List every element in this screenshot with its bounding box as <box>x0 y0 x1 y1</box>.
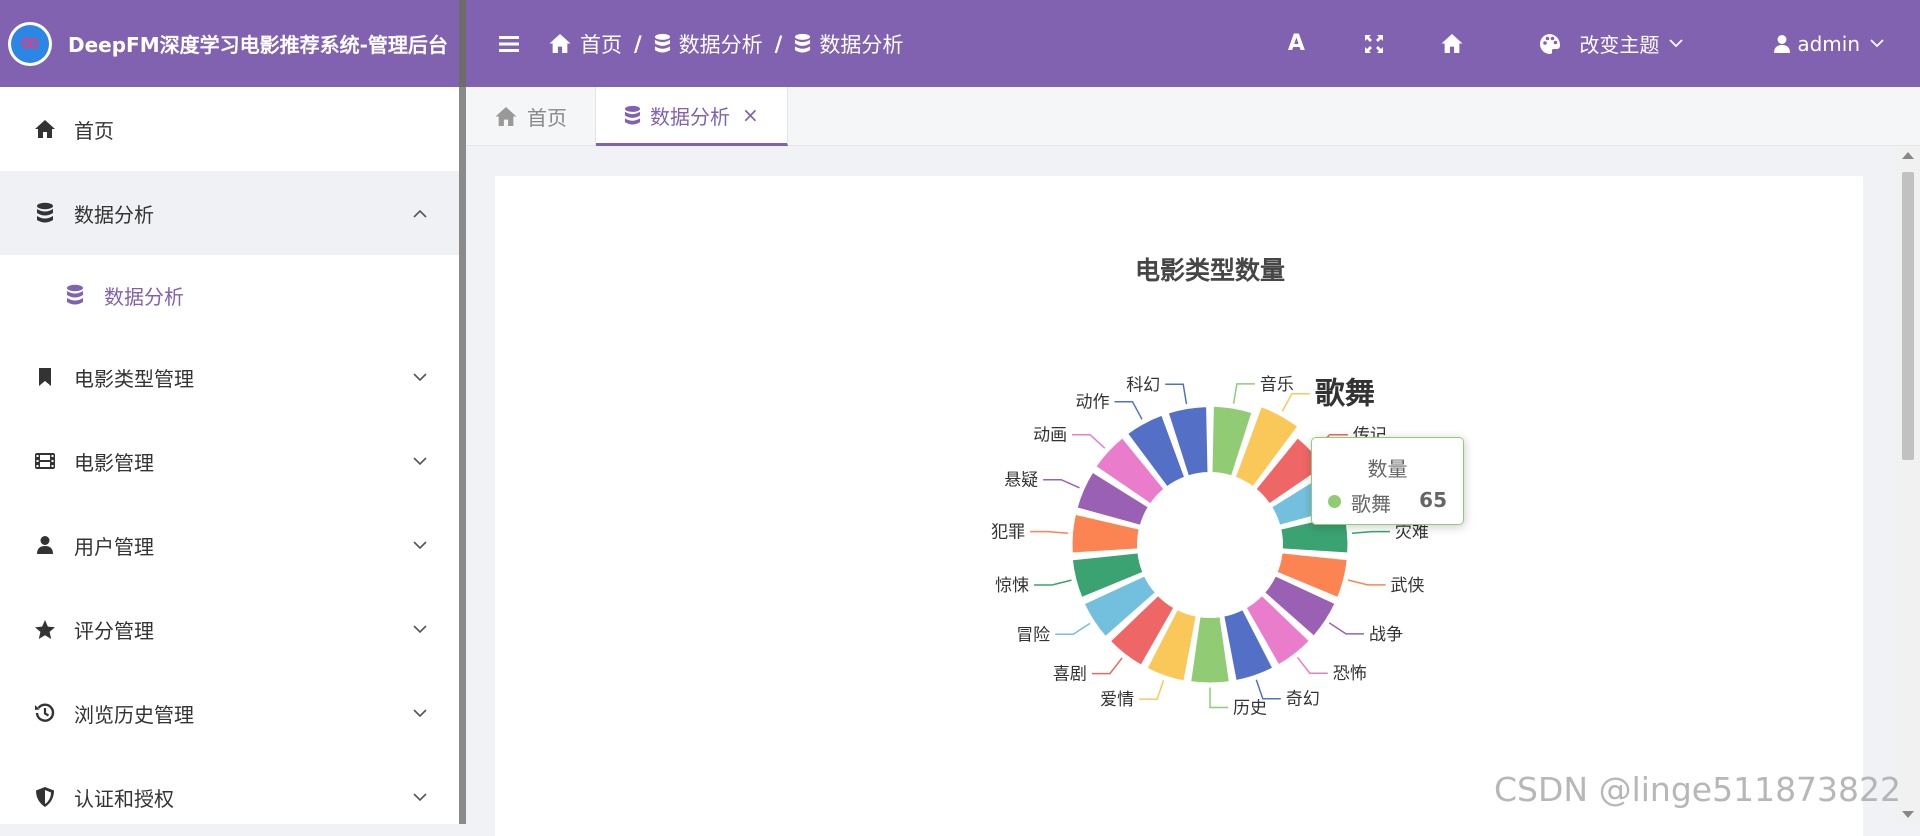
scroll-thumb[interactable] <box>1902 172 1914 460</box>
slice-label: 冒险 <box>1016 625 1050 645</box>
scroll-down-arrow[interactable] <box>1902 811 1914 818</box>
slice-label: 音乐 <box>1260 375 1294 395</box>
label-leader-line <box>1072 433 1106 449</box>
watermark: CSDN @linge511873822 <box>1494 770 1902 809</box>
label-leader-line <box>1055 622 1091 636</box>
label-leader-line <box>1030 530 1069 534</box>
slice-label: 奇幻 <box>1286 690 1320 710</box>
chart-tooltip: 数量 歌舞 65 <box>1311 437 1464 525</box>
label-leader-line <box>1232 383 1255 404</box>
slice-label: 战争 <box>1369 625 1403 645</box>
slice-label: 犯罪 <box>991 523 1025 543</box>
slice-label: 惊悚 <box>995 576 1029 596</box>
label-leader-line <box>1091 657 1123 675</box>
slice-label: 武侠 <box>1391 576 1425 596</box>
label-leader-line <box>1255 679 1281 700</box>
tooltip-marker <box>1328 495 1341 508</box>
label-leader-line <box>1328 622 1364 635</box>
label-leader-line <box>1034 579 1072 586</box>
label-leader-line <box>1347 579 1386 586</box>
slice-label: 悬疑 <box>1004 471 1038 491</box>
label-leader-line <box>1043 478 1080 489</box>
label-leader-line <box>1114 400 1143 420</box>
chart-canvas: 电影类型数量 科幻音乐歌舞传记西部灾难武侠战争恐怖奇幻历史爱情喜剧冒险惊悚犯罪悬… <box>991 256 1429 719</box>
tooltip-title: 数量 <box>1367 457 1408 481</box>
chart-layer: 科幻音乐歌舞传记西部灾难武侠战争恐怖奇幻历史爱情喜剧冒险惊悚犯罪悬疑动画动作 <box>991 375 1429 719</box>
pie-slice[interactable] <box>1189 615 1231 685</box>
label-leader-line <box>1296 656 1328 674</box>
slice-label: 动画 <box>1033 426 1067 446</box>
label-leader-line <box>1281 392 1310 412</box>
tooltip-value: 65 <box>1419 488 1447 512</box>
slice-label: 喜剧 <box>1053 665 1087 685</box>
slice-label: 科幻 <box>1126 375 1160 395</box>
label-leader-line <box>1139 679 1165 700</box>
label-leader-line <box>1351 530 1390 534</box>
slice-label: 灾难 <box>1395 523 1429 543</box>
slice-label: 动作 <box>1076 393 1110 413</box>
label-leader-line <box>1165 383 1188 405</box>
slice-label: 恐怖 <box>1333 664 1367 684</box>
chart-title: 电影类型数量 <box>1135 256 1285 285</box>
slice-label: 爱情 <box>1100 690 1134 710</box>
scroll-up-arrow[interactable] <box>1902 152 1914 159</box>
tooltip-name: 歌舞 <box>1351 492 1391 516</box>
slice-label: 歌舞 <box>1315 377 1375 412</box>
label-leader-line <box>1209 687 1228 709</box>
slice-label: 历史 <box>1233 699 1267 719</box>
page-scrollbar[interactable] <box>1896 146 1920 824</box>
